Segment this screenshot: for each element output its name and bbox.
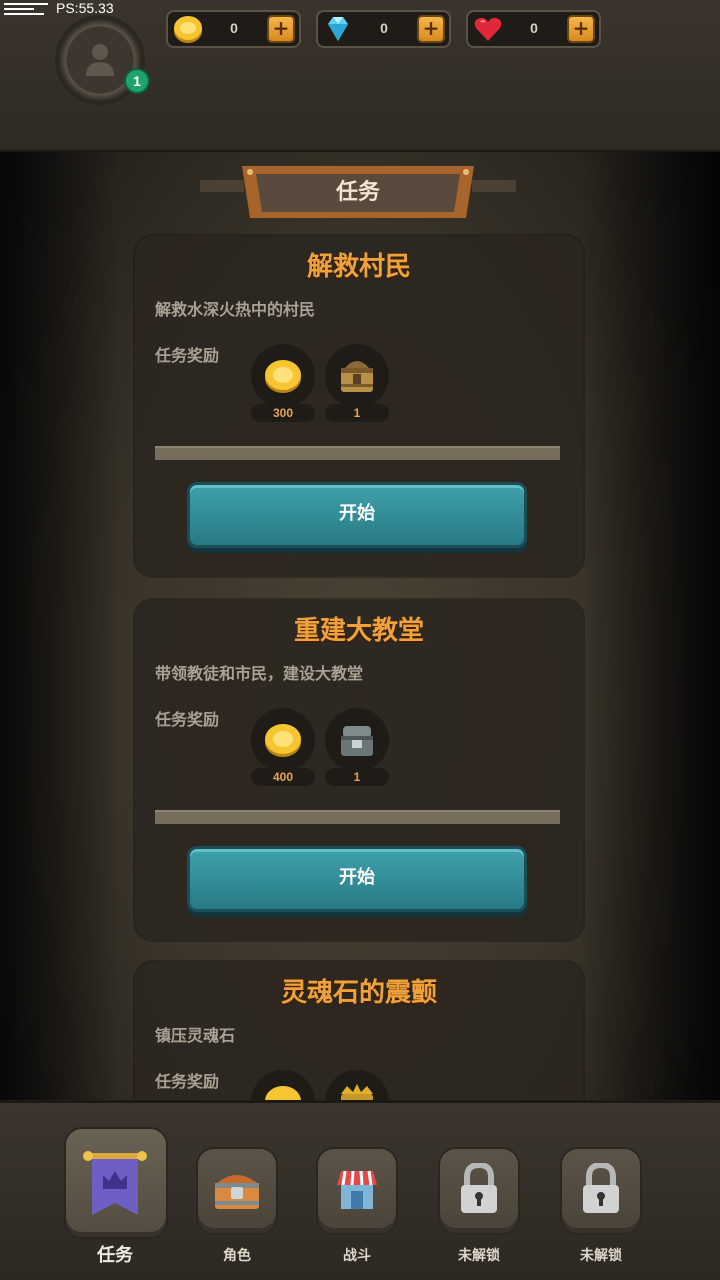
reward-count: 300 [272,406,294,420]
tab-tasks[interactable]: 任务 [60,1121,170,1271]
nav-label: 角色 [223,1248,251,1264]
padlock-icon [583,1163,619,1213]
banner-crown-icon [83,1151,147,1215]
reward-label: 任务奖励 [155,1072,220,1091]
gold-coin-icon [265,724,301,757]
progress-divider [155,810,560,824]
start-button[interactable]: 开始 [187,846,527,912]
task-title: 重建大教堂 [293,616,424,646]
fps-counter: PS:55.33 [56,0,114,16]
treasure-chest-icon [215,1175,259,1209]
reward-label: 任务奖励 [155,346,220,365]
padlock-icon [461,1163,497,1213]
shop-icon [337,1170,377,1209]
progress-divider [155,446,560,460]
task-description: 解救水深火热中的村民 [155,300,316,319]
level-badge: 1 [124,68,150,94]
reward-item[interactable]: 300 [251,344,315,426]
heart-icon [474,17,502,41]
task-description: 带领教徒和市民，建设大教堂 [155,664,364,683]
reward-label: 任务奖励 [155,710,220,729]
heart-counter: 0 + [466,10,601,48]
heart-value: 0 [530,20,538,36]
wooden-chest-icon [341,361,373,392]
reward-count: 1 [353,770,361,784]
iron-chest-icon [341,726,373,756]
title-banner: 任务 [200,162,516,228]
reward-count: 1 [353,406,361,420]
reward-count: 400 [272,770,294,784]
gold-value: 0 [230,20,238,36]
tab-character[interactable]: 角色 [182,1121,292,1271]
reward-item[interactable]: 400 [251,708,315,790]
gold-coin-icon [265,1086,301,1100]
task-card: 重建大教堂 带领教徒和市民，建设大教堂 任务奖励 400 1 开始 [135,600,583,940]
page-title: 任务 [335,180,380,205]
tab-locked-1[interactable]: 未解锁 [424,1121,534,1271]
reward-item[interactable]: 1 [325,708,389,790]
add-heart-button[interactable]: + [567,15,595,43]
reward-item[interactable] [325,1070,389,1100]
task-card: 解救村民 解救水深火热中的村民 任务奖励 300 1 开始 [135,236,583,576]
add-gold-button[interactable]: + [267,15,295,43]
task-card: 灵魂石的震颤 镇压灵魂石 任务奖励 [135,962,583,1100]
tab-locked-2[interactable]: 未解锁 [546,1121,656,1271]
diamond-value: 0 [380,20,388,36]
add-diamond-button[interactable]: + [417,15,445,43]
task-description: 镇压灵魂石 [155,1026,236,1045]
tab-battle[interactable]: 战斗 [302,1121,412,1271]
reward-item[interactable]: 1 [325,344,389,426]
gold-counter: 0 + [166,10,301,48]
nav-label: 未解锁 [458,1248,500,1264]
gold-coin-icon [265,360,301,393]
nav-label: 未解锁 [580,1248,622,1264]
reward-item[interactable] [251,1070,315,1100]
gold-chest-icon [341,1084,373,1100]
person-icon [86,44,114,76]
start-button[interactable]: 开始 [187,482,527,548]
diamond-counter: 0 + [316,10,451,48]
gold-coin-icon [174,16,202,43]
diamond-icon [328,17,348,41]
nav-label: 战斗 [343,1248,371,1264]
bottom-nav: 任务 角色 战斗 未解锁 未解锁 [0,1100,720,1280]
top-bar: PS:55.33 1 0 + 0 + 0 + [0,0,720,152]
task-title: 解救村民 [306,252,411,282]
task-title: 灵魂石的震颤 [280,978,437,1008]
nav-label: 任务 [97,1245,133,1266]
